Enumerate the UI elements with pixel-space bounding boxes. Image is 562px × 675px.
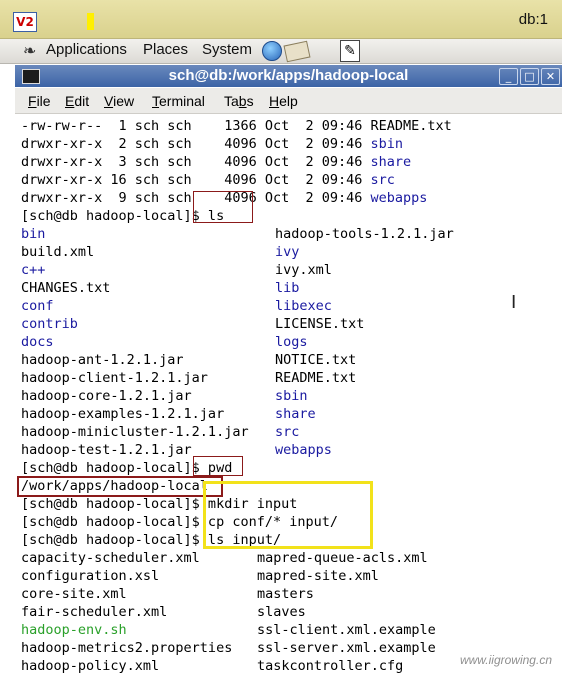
- input-file: hadoop-metrics2.properties: [21, 640, 233, 656]
- ls-entry: hadoop-core-1.2.1.jar: [21, 388, 192, 404]
- text-cursor-icon: I: [511, 292, 517, 313]
- gnome-foot-icon[interactable]: ❧: [23, 41, 36, 60]
- terminal-titlebar[interactable]: sch@db:/work/apps/hadoop-local _ □ ✕: [15, 65, 562, 87]
- input-file: hadoop-env.sh: [21, 622, 127, 638]
- menu-terminal[interactable]: Terminal: [152, 93, 205, 109]
- text-editor-icon[interactable]: ✎: [340, 40, 360, 62]
- input-file: mapred-site.xml: [257, 568, 379, 584]
- vnc-toolbar: V2 db:1: [0, 0, 562, 39]
- commands-highlight-box: [203, 481, 373, 549]
- ls-entry: build.xml: [21, 244, 95, 260]
- web-browser-icon[interactable]: [262, 41, 282, 61]
- ls-entry: sbin: [275, 388, 308, 404]
- menu-file[interactable]: File: [28, 93, 51, 109]
- ls-highlight-box: [193, 191, 253, 223]
- watermark: www.iigrowing.cn: [459, 653, 552, 667]
- menu-help[interactable]: Help: [269, 93, 298, 109]
- applications-menu[interactable]: Applications: [46, 41, 127, 58]
- ls-entry: ivy.xml: [275, 262, 332, 278]
- listing-row: drwxr-xr-x 3 sch sch 4096 Oct 2 09:46 sh…: [21, 154, 412, 170]
- terminal-menubar: File Edit View Terminal Tabs Help: [15, 88, 562, 114]
- close-button[interactable]: ✕: [541, 68, 560, 85]
- ls-entry: README.txt: [275, 370, 357, 386]
- input-file: configuration.xsl: [21, 568, 160, 584]
- listing-row: drwxr-xr-x 16 sch sch 4096 Oct 2 09:46 s…: [21, 172, 395, 188]
- ls-entry: hadoop-ant-1.2.1.jar: [21, 352, 184, 368]
- ls-entry: share: [275, 406, 316, 422]
- listing-filename: README.txt: [370, 118, 452, 134]
- menu-edit[interactable]: Edit: [65, 93, 89, 109]
- ls-entry: LICENSE.txt: [275, 316, 365, 332]
- ls-entry: lib: [275, 280, 300, 296]
- ls-entry: hadoop-minicluster-1.2.1.jar: [21, 424, 249, 440]
- vnc-cursor-marker: [87, 13, 94, 30]
- listing-filename: share: [370, 154, 412, 170]
- ls-entry: hadoop-client-1.2.1.jar: [21, 370, 208, 386]
- ls-entry: hadoop-tools-1.2.1.jar: [275, 226, 454, 242]
- ls-entry: logs: [275, 334, 308, 350]
- ls-entry: NOTICE.txt: [275, 352, 357, 368]
- listing-filename: sbin: [370, 136, 404, 152]
- ls-entry: src: [275, 424, 300, 440]
- ls-entry: hadoop-test-1.2.1.jar: [21, 442, 192, 458]
- ls-entry: contrib: [21, 316, 78, 332]
- listing-row: drwxr-xr-x 2 sch sch 4096 Oct 2 09:46 sb…: [21, 136, 404, 152]
- input-file: mapred-queue-acls.xml: [257, 550, 428, 566]
- terminal-window: sch@db:/work/apps/hadoop-local _ □ ✕ Fil…: [15, 65, 562, 675]
- input-file: ssl-server.xml.example: [257, 640, 436, 656]
- vnc-logo-icon: V2: [13, 12, 37, 32]
- window-title: sch@db:/work/apps/hadoop-local: [168, 67, 409, 84]
- ls-entry: docs: [21, 334, 54, 350]
- input-file: masters: [257, 586, 314, 602]
- listing-filename: webapps: [370, 190, 428, 206]
- vnc-title: db:1: [518, 11, 548, 28]
- ls-entry: ivy: [275, 244, 300, 260]
- ls-entry: CHANGES.txt: [21, 280, 111, 296]
- listing-filename: src: [370, 172, 395, 188]
- input-file: taskcontroller.cfg: [257, 658, 404, 674]
- pwd-output-highlight-box: [17, 476, 223, 497]
- input-file: fair-scheduler.xml: [21, 604, 168, 620]
- menu-view[interactable]: View: [104, 93, 134, 109]
- terminal-output[interactable]: -rw-rw-r-- 1 sch sch 1366 Oct 2 09:46 RE…: [15, 115, 562, 675]
- ls-entry: bin: [21, 226, 46, 242]
- input-file: core-site.xml: [21, 586, 127, 602]
- ls-entry: conf: [21, 298, 54, 314]
- ls-entry: c++: [21, 262, 46, 278]
- system-menu[interactable]: System: [202, 41, 252, 58]
- input-file: ssl-client.xml.example: [257, 622, 436, 638]
- places-menu[interactable]: Places: [143, 41, 188, 58]
- listing-row: -rw-rw-r-- 1 sch sch 1366 Oct 2 09:46 RE…: [21, 118, 452, 134]
- input-file: capacity-scheduler.xml: [21, 550, 200, 566]
- menu-tabs[interactable]: Tabs: [224, 93, 254, 109]
- ls-entry: libexec: [275, 298, 332, 314]
- minimize-button[interactable]: _: [499, 68, 518, 85]
- input-file: hadoop-policy.xml: [21, 658, 160, 674]
- ls-entry: hadoop-examples-1.2.1.jar: [21, 406, 225, 422]
- pwd-highlight-box: [193, 456, 243, 476]
- ls-entry: webapps: [275, 442, 332, 458]
- input-file: slaves: [257, 604, 306, 620]
- maximize-button[interactable]: □: [520, 68, 539, 85]
